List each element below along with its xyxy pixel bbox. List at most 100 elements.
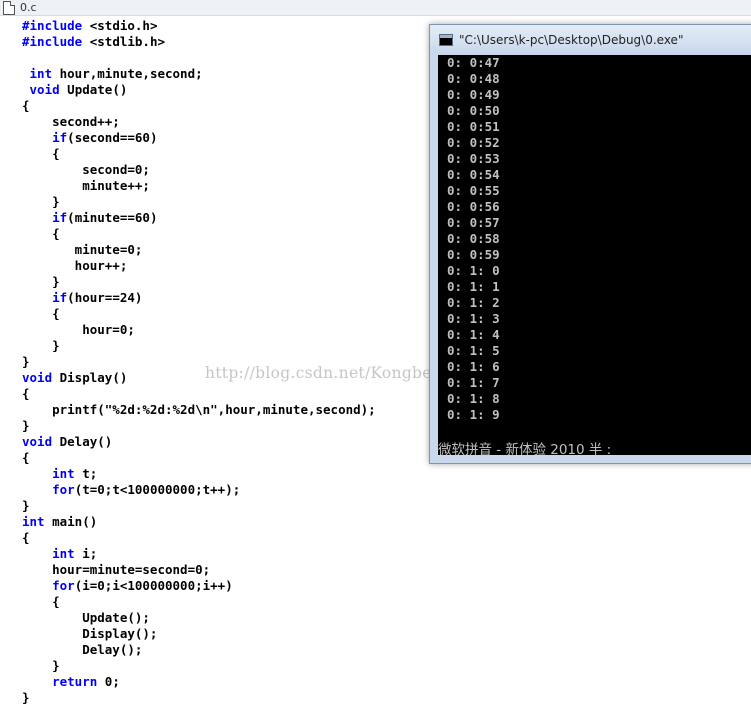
code-text: <stdio.h> — [82, 18, 158, 33]
code-keyword: if — [52, 130, 68, 145]
code-line: { — [22, 146, 376, 162]
console-output-line: 0: 1: 5 — [447, 343, 500, 358]
code-line: return 0; — [22, 674, 376, 690]
console-output-line: 0: 1: 1 — [447, 279, 500, 294]
code-keyword: int — [29, 66, 53, 81]
code-text: { — [22, 226, 60, 241]
code-keyword: #include — [22, 34, 83, 49]
code-text: } — [22, 338, 60, 353]
code-text: Display() — [52, 370, 128, 385]
console-title: "C:\Users\k-pc\Desktop\Debug\0.exe" — [459, 33, 684, 47]
console-output-line: 0: 0:53 — [447, 151, 500, 166]
code-line: { — [22, 226, 376, 242]
code-line: if(hour==24) — [22, 290, 376, 306]
console-output-line: 0: 0:48 — [447, 71, 500, 86]
console-output-line: 0: 1: 4 — [447, 327, 500, 342]
code-text: hour++; — [22, 258, 128, 273]
code-line: Display(); — [22, 626, 376, 642]
code-text: { — [22, 98, 30, 113]
code-line: int main() — [22, 514, 376, 530]
code-text: Update() — [59, 82, 128, 97]
code-text: i; — [74, 546, 98, 561]
console-output-line: 0: 1: 9 — [447, 407, 500, 422]
code-editor[interactable]: #include <stdio.h> #include <stdlib.h> in… — [22, 18, 376, 706]
code-keyword: return — [52, 674, 98, 689]
code-keyword: int — [22, 514, 45, 529]
code-line: } — [22, 194, 376, 210]
code-line: hour=0; — [22, 322, 376, 338]
console-output-line: 0: 0:59 — [447, 247, 500, 262]
console-output-line: 0: 1: 0 — [447, 263, 500, 278]
code-text: printf("%2d:%2d:%2d\n",hour,minute,secon… — [22, 402, 376, 417]
code-text: minute++; — [22, 178, 150, 193]
code-text: (i=0;i<100000000;i++) — [74, 578, 233, 593]
code-keyword: int — [52, 466, 75, 481]
console-output-line: 0: 0:57 — [447, 215, 500, 230]
code-text: { — [22, 594, 60, 609]
console-output: 0: 0:47 0: 0:48 0: 0:49 0: 0:50 0: 0:51 0: 0:… — [447, 55, 500, 423]
code-text: } — [22, 658, 60, 673]
console-window[interactable]: "C:\Users\k-pc\Desktop\Debug\0.exe" 0: 0… — [429, 24, 751, 464]
code-text: { — [22, 450, 30, 465]
console-output-line: 0: 0:54 — [447, 167, 500, 182]
code-keyword: void — [29, 82, 60, 97]
code-line: Delay(); — [22, 642, 376, 658]
editor-tab[interactable]: 0.c — [0, 0, 751, 16]
console-output-line: 0: 1: 2 — [447, 295, 500, 310]
console-output-line: 0: 0:47 — [447, 55, 500, 70]
code-keyword: if — [52, 290, 68, 305]
code-text: Display(); — [22, 626, 158, 641]
code-text: } — [22, 418, 30, 433]
code-line: int t; — [22, 466, 376, 482]
console-output-line: 0: 1: 8 — [447, 391, 500, 406]
code-text: Delay(); — [22, 642, 143, 657]
code-line: Update(); — [22, 610, 376, 626]
code-text: Delay() — [52, 434, 113, 449]
code-text: Update(); — [22, 610, 150, 625]
console-titlebar[interactable]: "C:\Users\k-pc\Desktop\Debug\0.exe" — [430, 25, 751, 55]
code-line: { — [22, 386, 376, 402]
console-output-line: 0: 1: 7 — [447, 375, 500, 390]
code-line: hour=minute=second=0; — [22, 562, 376, 578]
code-text: (hour==24) — [67, 290, 143, 305]
code-line: { — [22, 306, 376, 322]
code-line: { — [22, 450, 376, 466]
console-screen[interactable]: 0: 0:47 0: 0:48 0: 0:49 0: 0:50 0: 0:51 0: 0:… — [438, 55, 751, 455]
console-output-line: 0: 1: 6 — [447, 359, 500, 374]
code-text: 0; — [97, 674, 120, 689]
file-icon — [3, 0, 15, 15]
code-line: if(minute==60) — [22, 210, 376, 226]
code-line: minute++; — [22, 178, 376, 194]
code-line: { — [22, 98, 376, 114]
code-text: (t=0;t<100000000;t++); — [74, 482, 241, 497]
code-line: second=0; — [22, 162, 376, 178]
code-keyword: #include — [22, 18, 83, 33]
code-keyword: void — [22, 370, 53, 385]
console-output-line: 0: 1: 3 — [447, 311, 500, 326]
code-line: hour++; — [22, 258, 376, 274]
console-output-line: 0: 0:58 — [447, 231, 500, 246]
code-text: } — [22, 498, 30, 513]
code-text: { — [22, 386, 30, 401]
code-line: } — [22, 498, 376, 514]
ime-status-bar[interactable]: 微软拼音 - 新体验 2010 半 : — [438, 438, 611, 455]
console-output-line: 0: 0:49 — [447, 87, 500, 102]
code-line: #include <stdio.h> — [22, 18, 376, 34]
code-line: for(i=0;i<100000000;i++) — [22, 578, 376, 594]
code-line: { — [22, 530, 376, 546]
code-line: #include <stdlib.h> — [22, 34, 376, 50]
code-text: { — [22, 146, 60, 161]
code-keyword: int — [52, 546, 75, 561]
console-output-line: 0: 0:56 — [447, 199, 500, 214]
code-line: } — [22, 658, 376, 674]
code-text: hour=0; — [22, 322, 135, 337]
code-line: printf("%2d:%2d:%2d\n",hour,minute,secon… — [22, 402, 376, 418]
code-line: } — [22, 690, 376, 706]
